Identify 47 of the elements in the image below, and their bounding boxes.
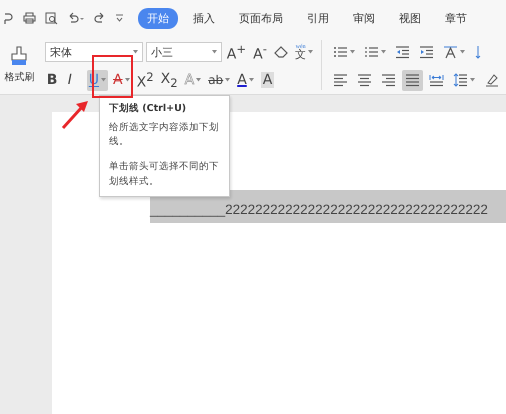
align-center-icon [357, 73, 372, 87]
paintbrush-icon [10, 46, 28, 66]
bullet-list-icon [333, 45, 348, 59]
font-size-field[interactable]: 小三 [146, 42, 222, 62]
align-right-icon [381, 73, 396, 87]
format-painter-button[interactable]: 格式刷 [0, 36, 39, 94]
letter-spacing-icon [443, 45, 458, 59]
format-button[interactable]: X$^{2}$ [134, 70, 156, 90]
format-button[interactable]: A$^{+}$ [224, 42, 248, 62]
print-icon [23, 12, 36, 24]
format-button[interactable]: ab [206, 70, 232, 90]
format-button[interactable]: I [66, 70, 84, 90]
format-button[interactable]: A [235, 70, 256, 90]
justify-icon [405, 73, 420, 87]
distribute-icon [429, 73, 444, 87]
caret-icon [212, 50, 217, 54]
tooltip-title: 下划线 (Ctrl+U) [109, 102, 188, 116]
tooltip-text: 单击箭头可选择不同的下划线样式。 [109, 160, 220, 189]
format-button[interactable]: A$^{-}$ [251, 42, 270, 62]
format-button[interactable]: A [111, 70, 132, 90]
ribbon-tab[interactable]: 插入 [184, 8, 224, 28]
align-left-icon [333, 73, 348, 87]
ribbon-tab[interactable]: 开始 [138, 8, 178, 28]
undo-icon [67, 12, 85, 24]
ribbon-tab[interactable]: 引用 [298, 8, 338, 28]
border-icon [484, 73, 499, 87]
caret-icon [132, 50, 138, 54]
format-button[interactable]: X$_{2}$ [158, 70, 180, 90]
font-field[interactable]: 宋体 [44, 42, 143, 62]
line-spacing-icon [453, 73, 468, 87]
paragraph-button[interactable] [402, 70, 423, 90]
ribbon-tab[interactable]: 章节 [436, 8, 476, 28]
ribbon-tab[interactable]: 审阅 [344, 8, 384, 28]
tooltip-text: 给所选文字内容添加下划线。 [109, 120, 220, 150]
pointer-arrow [60, 100, 90, 130]
format-button[interactable]: B [44, 70, 63, 90]
numbered-list-icon [364, 45, 379, 59]
outdent-icon [395, 45, 410, 59]
print-preview-icon [45, 12, 58, 24]
dropdown-icon [115, 14, 124, 22]
ribbon-tab[interactable]: 页面布局 [230, 8, 292, 28]
format-button[interactable]: A [258, 70, 277, 90]
highlight-frame [92, 55, 133, 98]
document-text: __________22222222222222222222222222222222222 [150, 190, 506, 223]
ribbon-tab[interactable]: 视图 [390, 8, 430, 28]
eraser-icon [274, 46, 288, 58]
indent-icon [419, 45, 434, 59]
